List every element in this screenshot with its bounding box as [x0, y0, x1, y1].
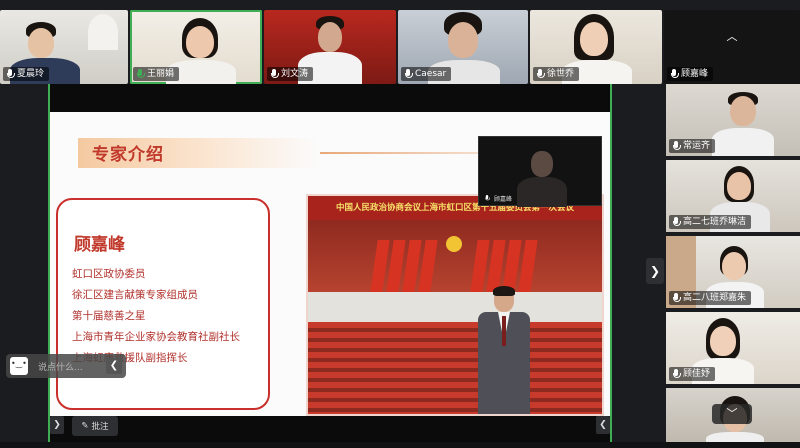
annotate-button[interactable]: ✎ 批注	[72, 416, 118, 436]
participant-tile[interactable]: 高二八班郑嘉朱	[666, 236, 800, 308]
expert-role: 第十届慈善之星	[72, 310, 146, 322]
participant-tile[interactable]: 常运齐	[666, 84, 800, 156]
participant-tile[interactable]: 顾佳妤	[666, 312, 800, 384]
emblem-icon	[446, 236, 462, 252]
slide-section-title: 专家介绍	[92, 145, 164, 165]
microphone-icon	[671, 141, 681, 151]
next-page-button[interactable]: ❯	[646, 258, 664, 284]
presentation-slide: 专家介绍 顾嘉峰 虹口区政协委员 徐汇区建言献策专家组成员 第十届慈善之星 上海…	[50, 112, 610, 416]
participant-tile[interactable]: 夏晨玲	[0, 10, 128, 84]
chat-collapse-button[interactable]: ❮	[106, 358, 122, 374]
collapse-up-icon[interactable]: ︿	[720, 30, 744, 44]
microphone-icon	[671, 217, 681, 227]
expert-figure	[476, 286, 532, 414]
collapse-down-button[interactable]: ﹀	[712, 404, 752, 424]
microphone-icon	[669, 69, 679, 79]
microphone-icon	[535, 69, 545, 79]
microphone-active-icon	[135, 69, 145, 79]
microphone-icon	[484, 195, 490, 201]
participant-name-tag: 徐世乔	[533, 67, 580, 81]
participant-tile-speaking[interactable]: 王丽娟	[130, 10, 262, 84]
participant-name: 顾佳妤	[683, 369, 711, 379]
chat-placeholder[interactable]: 说点什么...	[38, 360, 83, 373]
participant-tile[interactable]: ︿ 顾嘉峰	[664, 10, 800, 84]
participant-name-tag: 王丽娟	[133, 67, 180, 81]
participant-name: 夏晨玲	[17, 69, 45, 79]
microphone-icon	[269, 69, 279, 79]
expert-role: 徐汇区建言献策专家组成员	[72, 289, 198, 301]
expert-profile-card: 顾嘉峰 虹口区政协委员 徐汇区建言献策专家组成员 第十届慈善之星 上海市青年企业…	[56, 198, 270, 410]
participant-name-tag: 常运齐	[669, 139, 716, 153]
participant-name-tag: 高二七班乔琳洁	[669, 215, 752, 229]
share-next-button[interactable]: ❮	[596, 416, 610, 434]
participant-name: 高二八班郑嘉朱	[683, 293, 747, 303]
participant-tile[interactable]: 徐世乔	[530, 10, 662, 84]
presenter-camera[interactable]: 顾嘉峰	[478, 136, 602, 207]
participant-name: 高二七班乔琳洁	[683, 217, 747, 227]
participant-name-tag: Caesar	[401, 67, 452, 81]
participant-name-tag: 夏晨玲	[3, 67, 50, 81]
emoji-icon[interactable]	[10, 357, 28, 375]
share-top-bar	[50, 84, 610, 112]
pen-icon: ✎	[81, 421, 89, 431]
participant-tile[interactable]: 高二七班乔琳洁	[666, 160, 800, 232]
microphone-icon	[403, 69, 413, 79]
participant-name: 王丽娟	[147, 69, 175, 79]
participant-tile[interactable]: 刘文涛	[264, 10, 396, 84]
chat-input-pill[interactable]: 说点什么... ❮	[6, 354, 126, 378]
share-bottom-bar	[50, 416, 610, 442]
shared-screen: 专家介绍 顾嘉峰 虹口区政协委员 徐汇区建言献策专家组成员 第十届慈善之星 上海…	[48, 84, 612, 442]
presenter-name: 顾嘉峰	[494, 195, 513, 203]
top-participant-strip: 夏晨玲 王丽娟 刘文涛 Caesar 徐世乔 ︿ 顾嘉峰	[0, 10, 800, 84]
participant-tile[interactable]: Caesar	[398, 10, 528, 84]
expert-photo: 中国人民政治协商会议上海市虹口区第十五届委员会第一次会议	[306, 194, 604, 416]
expert-name: 顾嘉峰	[74, 235, 125, 255]
participant-name-tag: 高二八班郑嘉朱	[669, 291, 752, 305]
participant-name-tag: 顾嘉峰	[667, 67, 714, 81]
participant-name-tag: 顾佳妤	[669, 367, 716, 381]
participant-name: 刘文涛	[281, 69, 309, 79]
participant-name: Caesar	[415, 69, 447, 79]
microphone-icon	[5, 69, 15, 79]
right-participant-column: 常运齐 高二七班乔琳洁 高二八班郑嘉朱 顾佳妤	[666, 84, 800, 448]
share-prev-button[interactable]: ❯	[50, 416, 64, 434]
participant-name: 徐世乔	[547, 69, 575, 79]
bottom-edge	[0, 442, 800, 448]
annotate-label: 批注	[91, 422, 109, 432]
participant-name: 常运齐	[683, 141, 711, 151]
participant-name-tag: 刘文涛	[267, 67, 314, 81]
meeting-window: 夏晨玲 王丽娟 刘文涛 Caesar 徐世乔 ︿ 顾嘉峰 专家介绍 顾嘉峰 虹口…	[0, 0, 800, 448]
participant-name: 顾嘉峰	[681, 69, 709, 79]
microphone-icon	[671, 293, 681, 303]
expert-role: 虹口区政协委员	[72, 268, 146, 280]
expert-role: 上海市青年企业家协会教育社副社长	[72, 331, 240, 343]
microphone-icon	[671, 369, 681, 379]
